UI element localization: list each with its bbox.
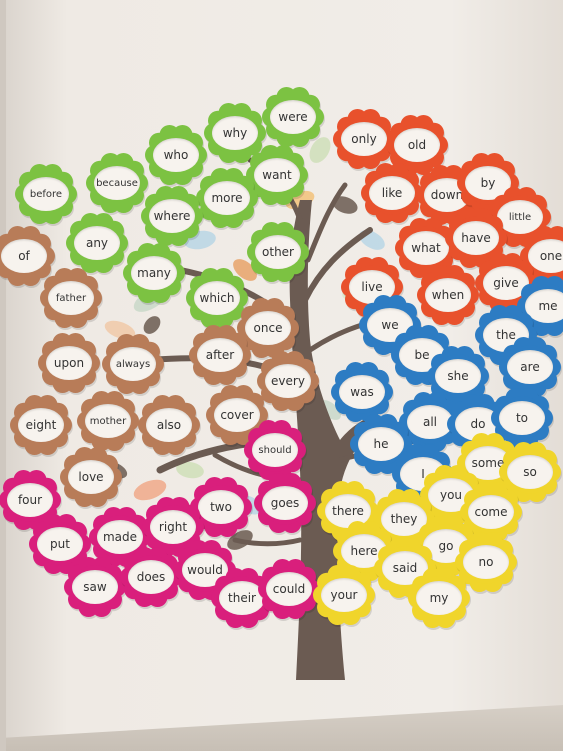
word-flower-when: when <box>416 263 480 327</box>
word-flower-other: other <box>246 220 310 284</box>
flower-word: were <box>278 110 308 124</box>
door-edge <box>0 0 6 751</box>
word-flower-saw: saw <box>63 555 127 619</box>
word-flower-love: love <box>59 445 123 509</box>
flower-word: after <box>205 348 235 362</box>
flower-word: my <box>429 591 449 605</box>
word-flower-mother: mother <box>76 389 140 453</box>
word-flower-my: my <box>407 566 471 630</box>
wall-display: were why who because before want more where any o… <box>0 0 563 751</box>
flower-word: when <box>431 288 465 302</box>
flower-word: where <box>153 209 191 223</box>
flower-word: father <box>55 292 87 304</box>
word-flower-also: also <box>137 393 201 457</box>
flower-word: also <box>156 418 182 432</box>
flower-word: love <box>78 470 104 484</box>
word-flower-where: where <box>140 184 204 248</box>
flower-word: other <box>262 245 294 259</box>
word-flower-always: always <box>101 332 165 396</box>
word-flower-many: many <box>122 241 186 305</box>
flower-word: mother <box>89 415 127 427</box>
word-flower-goes: goes <box>253 471 317 535</box>
flower-word: always <box>115 358 151 370</box>
word-flower-your: your <box>312 563 376 627</box>
flower-word: goes <box>270 496 300 510</box>
word-flower-father: father <box>39 266 103 330</box>
flower-word: upon <box>53 356 85 370</box>
word-flower-after: after <box>188 323 252 387</box>
flower-word: your <box>330 588 358 602</box>
word-flower-were: were <box>261 85 325 149</box>
flower-word: many <box>137 266 171 280</box>
word-flower-upon: upon <box>37 331 101 395</box>
flower-word: saw <box>83 580 107 594</box>
